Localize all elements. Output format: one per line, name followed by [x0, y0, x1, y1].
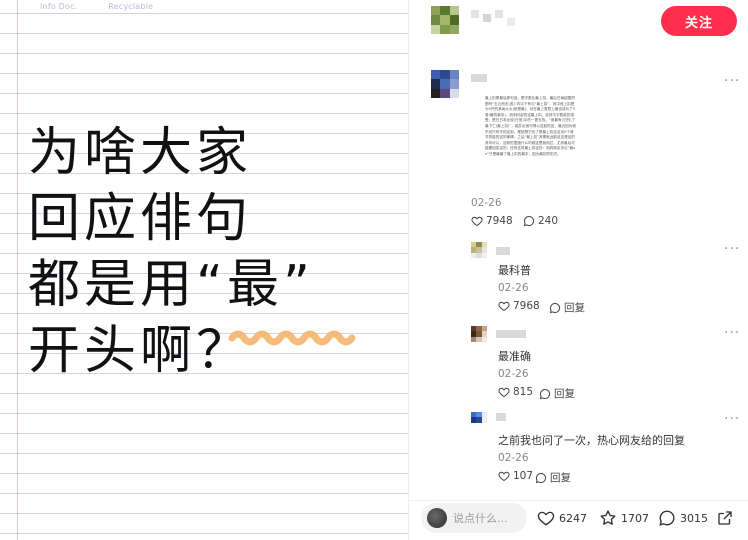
replier-avatar[interactable] — [471, 412, 487, 428]
reply-label: 回复 — [564, 302, 585, 314]
comment-icon — [523, 215, 535, 227]
comment-reply-button[interactable]: 240 — [523, 215, 558, 227]
like-count: 7968 — [513, 300, 540, 312]
collect-button[interactable]: 1707 — [599, 509, 649, 527]
like-count: 7948 — [486, 215, 513, 227]
replier-name-blurred[interactable] — [496, 330, 526, 338]
reply-like-button[interactable]: 815 — [498, 386, 533, 398]
collect-count: 1707 — [621, 511, 649, 525]
headline-line: 为啥大家 — [28, 123, 253, 183]
share-icon — [718, 511, 732, 525]
reply-label: 回复 — [550, 472, 571, 484]
post-image[interactable]: Info Doc. Recyclable 为啥大家 回应俳句 都是用“最” 开头… — [0, 0, 408, 540]
author-avatar[interactable] — [431, 6, 459, 34]
author-name-blurred[interactable] — [471, 10, 515, 26]
comment-icon — [535, 472, 547, 483]
paper-header-tags: Info Doc. Recyclable — [40, 2, 181, 11]
reply-button[interactable]: 回复 — [535, 470, 571, 485]
comment-icon — [549, 302, 561, 313]
paper-tag: Info Doc. — [40, 2, 78, 11]
more-icon[interactable]: ··· — [724, 326, 740, 340]
comment-icon — [659, 510, 675, 526]
comment-text: 最上扣是最后那句话，是字数比最上扣，最后在每起图的图号“五云而东(各)”内中下有… — [485, 96, 576, 156]
reply-text: 之前我也问了一次，热心网友给的回复 — [498, 434, 685, 447]
commenter-avatar[interactable] — [431, 70, 459, 98]
reply-count: 240 — [538, 215, 559, 227]
highlight-squiggle — [228, 330, 356, 346]
reply-label: 回复 — [554, 388, 575, 400]
reply-button[interactable]: 回复 — [549, 300, 585, 315]
replier-name-blurred[interactable] — [496, 413, 506, 421]
reply-date: 02-26 — [498, 452, 529, 464]
headline-line: 都是用“最” — [28, 255, 314, 315]
star-icon — [600, 510, 616, 525]
heart-icon — [498, 471, 510, 482]
reply-button[interactable]: 回复 — [539, 386, 575, 401]
heart-icon — [471, 216, 483, 227]
replier-avatar[interactable] — [471, 326, 487, 342]
like-count: 6247 — [559, 511, 587, 525]
post-detail-panel: 关注 ··· 最上扣是最后那句话，是字数比最上扣，最后在每起图的图号“五云而东(… — [408, 0, 748, 540]
comment-date: 02-26 — [471, 197, 502, 209]
reply-text: 最准确 — [498, 350, 531, 363]
headline-line: 回应俳句 — [28, 189, 253, 249]
comment-input[interactable]: 说点什么... — [421, 503, 527, 533]
author-bar: 关注 — [409, 0, 748, 46]
heart-icon — [498, 387, 510, 398]
like-count: 107 — [513, 470, 534, 482]
reply-like-button[interactable]: 7968 — [498, 300, 540, 312]
user-avatar — [427, 508, 447, 528]
commenter-name-blurred[interactable] — [471, 74, 487, 82]
comment-input-placeholder: 说点什么... — [453, 512, 508, 525]
replier-avatar[interactable] — [471, 242, 487, 258]
comment-icon — [539, 388, 551, 399]
more-icon[interactable]: ··· — [724, 242, 740, 256]
reply-text: 最科普 — [498, 264, 531, 277]
follow-button[interactable]: 关注 — [661, 6, 737, 36]
paper-tag: Recyclable — [108, 2, 154, 11]
more-icon[interactable]: ··· — [724, 74, 740, 88]
engagement-bar: 说点什么... 6247 1707 3015 — [409, 500, 748, 540]
comment-count-button[interactable]: 3015 — [658, 509, 708, 527]
more-icon[interactable]: ··· — [724, 412, 740, 426]
reply-date: 02-26 — [498, 282, 529, 294]
comment-count: 3015 — [680, 511, 708, 525]
replier-name-blurred[interactable] — [496, 247, 510, 255]
comment-like-button[interactable]: 7948 — [471, 215, 513, 227]
like-button[interactable]: 6247 — [537, 509, 587, 527]
heart-icon — [498, 301, 510, 312]
like-count: 815 — [513, 386, 534, 398]
share-button[interactable] — [716, 509, 734, 527]
reply-like-button[interactable]: 107 — [498, 470, 533, 482]
reply-date: 02-26 — [498, 368, 529, 380]
heart-icon — [537, 511, 555, 526]
